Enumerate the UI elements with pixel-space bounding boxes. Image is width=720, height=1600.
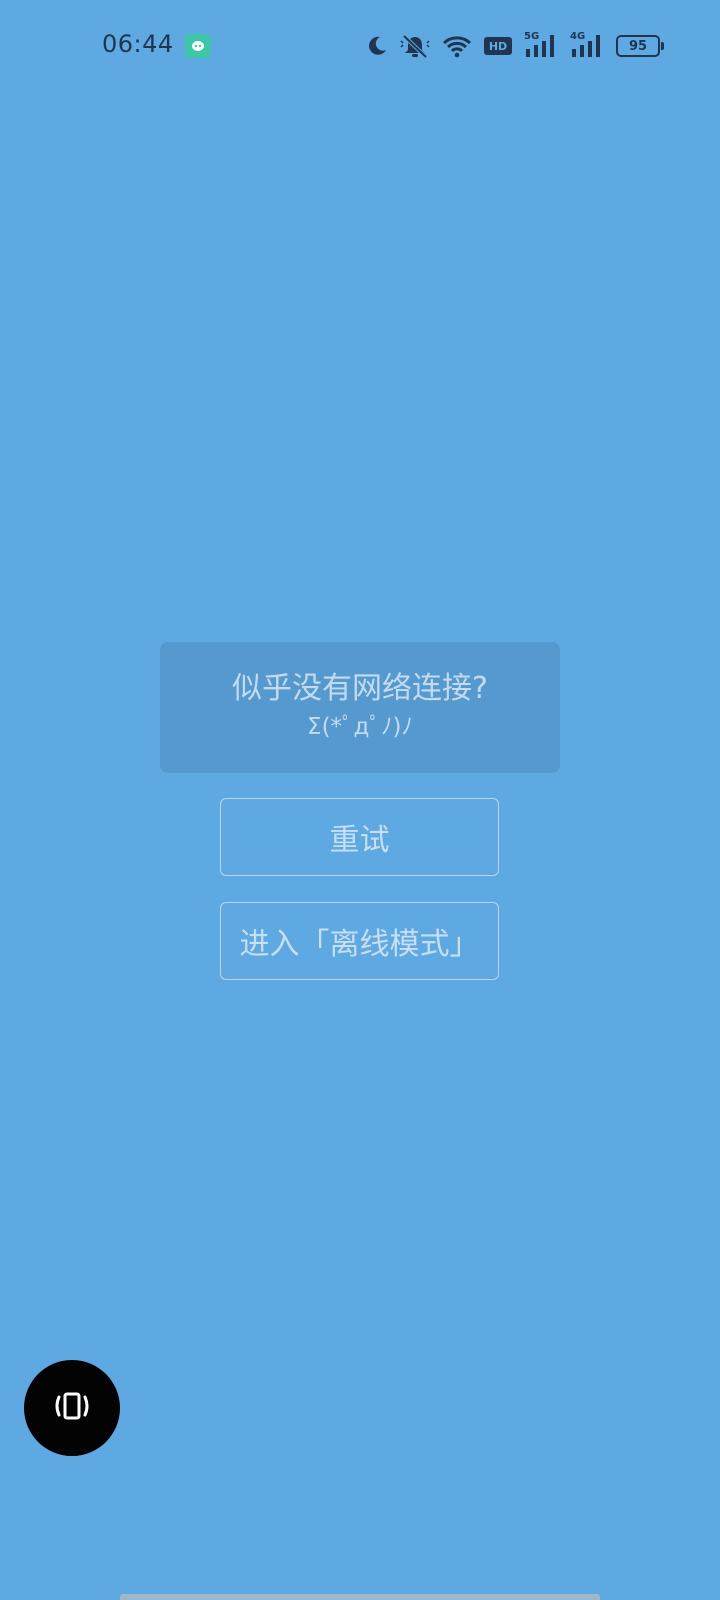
battery-icon: 95 bbox=[616, 35, 664, 57]
retry-button[interactable]: 重试 bbox=[220, 798, 499, 876]
message-emoticon: Σ(*ﾟдﾟﾉ)ﾉ bbox=[307, 714, 413, 740]
hd-icon: HD bbox=[484, 37, 512, 55]
mute-bell-icon bbox=[400, 33, 430, 59]
status-time: 06:44 bbox=[102, 30, 174, 58]
signal-5g-icon: 5G bbox=[524, 31, 558, 59]
status-icons: HD 5G 4G 95 bbox=[366, 28, 664, 64]
moon-icon bbox=[366, 35, 388, 57]
status-bar: 06:44 HD 5G 4G 95 bbox=[0, 0, 720, 92]
signal-4g-icon: 4G bbox=[570, 31, 604, 59]
wifi-icon bbox=[442, 34, 472, 58]
floating-vibrate-button[interactable] bbox=[24, 1360, 120, 1456]
offline-mode-button[interactable]: 进入「离线模式」 bbox=[220, 902, 499, 980]
notification-app-icon bbox=[185, 34, 211, 58]
no-network-message: 似乎没有网络连接? Σ(*ﾟдﾟﾉ)ﾉ bbox=[160, 642, 560, 773]
gesture-navigation-bar bbox=[120, 1594, 600, 1600]
message-title: 似乎没有网络连接? bbox=[232, 671, 488, 706]
vibrate-icon bbox=[50, 1390, 94, 1426]
